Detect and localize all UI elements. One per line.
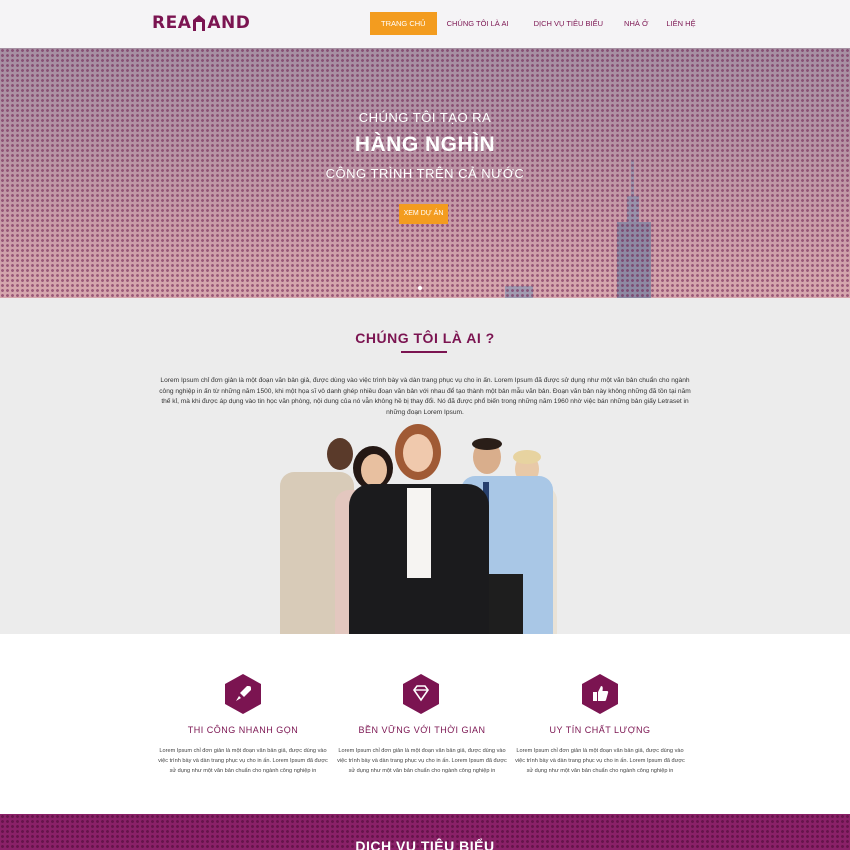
thumbs-up-icon bbox=[582, 674, 618, 714]
feature-text: Lorem Ipsum chỉ đơn giản là một đoạn văn… bbox=[158, 748, 328, 775]
nav-item-housing[interactable]: NHÀ Ở bbox=[624, 12, 648, 35]
team-photo bbox=[275, 424, 575, 634]
site-header: REA AND TRANG CHỦ CHÚNG TÔI LÀ AI DỊCH V… bbox=[0, 0, 850, 48]
rocket-icon bbox=[225, 674, 261, 714]
about-title: CHÚNG TÔI LÀ AI ? bbox=[355, 330, 495, 346]
nav-item-about[interactable]: CHÚNG TÔI LÀ AI bbox=[447, 12, 509, 35]
feature-title: UY TÍN CHẤT LƯỢNG bbox=[549, 725, 651, 735]
feature-title: BỀN VỮNG VỚI THỜI GIAN bbox=[358, 725, 486, 735]
nav-item-contact[interactable]: LIÊN HỆ bbox=[666, 12, 695, 35]
logo-text-left: REA bbox=[152, 13, 192, 33]
view-projects-button[interactable]: XEM DỰ ÁN bbox=[399, 204, 448, 224]
hero-banner: CHÚNG TÔI TẠO RA HÀNG NGHÌN CÔNG TRÌNH T… bbox=[0, 48, 850, 298]
feature-text: Lorem Ipsum chỉ đơn giản là một đoạn văn… bbox=[515, 748, 685, 775]
logo[interactable]: REA AND bbox=[152, 12, 250, 34]
services-section: DỊCH VỤ TIÊU BIỂU bbox=[0, 814, 850, 850]
hero-tagline: CÔNG TRÌNH TRÊN CẢ NƯỚC bbox=[325, 166, 525, 181]
slider-indicator[interactable] bbox=[418, 286, 422, 290]
title-underline bbox=[401, 351, 447, 353]
nav-item-home[interactable]: TRANG CHỦ bbox=[370, 12, 437, 35]
hero-title: HÀNG NGHÌN bbox=[354, 133, 496, 156]
features-section: THI CÔNG NHANH GỌN Lorem Ipsum chỉ đơn g… bbox=[0, 634, 850, 814]
logo-text-right: AND bbox=[207, 13, 251, 33]
hero-subtitle: CHÚNG TÔI TẠO RA bbox=[358, 110, 492, 125]
about-text: Lorem Ipsum chỉ đơn giản là một đoạn văn… bbox=[159, 377, 691, 416]
main-nav: TRANG CHỦ CHÚNG TÔI LÀ AI DỊCH VỤ TIÊU B… bbox=[370, 12, 696, 35]
services-title: DỊCH VỤ TIÊU BIỂU bbox=[355, 838, 495, 850]
feature-text: Lorem Ipsum chỉ đơn giản là một đoạn văn… bbox=[337, 748, 507, 775]
about-section: CHÚNG TÔI LÀ AI ? Lorem Ipsum chỉ đơn gi… bbox=[0, 298, 850, 634]
diamond-icon bbox=[403, 674, 439, 714]
nav-item-services[interactable]: DỊCH VỤ TIÊU BIỂU bbox=[534, 12, 603, 35]
feature-title: THI CÔNG NHANH GỌN bbox=[187, 725, 299, 735]
house-icon bbox=[192, 15, 206, 31]
